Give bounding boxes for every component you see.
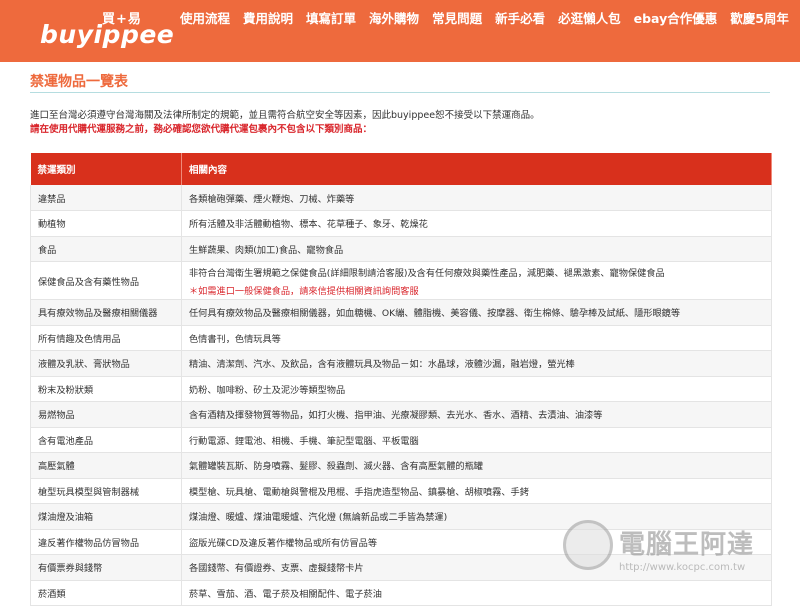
cell-category: 煤油燈及油箱 [30, 503, 182, 530]
cell-note: ＊如需進口一般保健食品，請來信提供相關資訊詢問客服 [189, 285, 419, 297]
nav-item-usage-flow[interactable]: 使用流程 [180, 8, 230, 27]
cell-category: 菸酒類 [30, 580, 182, 606]
cell-category: 違反著作權物品仿冒物品 [30, 529, 182, 555]
intro-text: 進口至台灣必須遵守台灣海關及法律所制定的規範，並且需符合航空安全等因素，因此bu… [30, 110, 540, 121]
cell-category: 易燃物品 [30, 401, 182, 428]
cell-content: 精油、清潔劑、汽水、及飲品，含有液體玩具及物品－如：水晶球，液體沙漏，融岩燈，螢… [181, 350, 772, 377]
cell-content: 非符合台灣衛生署規範之保健食品(詳細限制請洽客服)及含有任何療效與藥性產品，減肥… [181, 261, 772, 300]
table-row: 槍型玩具模型與管制器械 模型槍、玩具槍、電動槍與警棍及甩棍、手指虎造型物品、鎮暴… [30, 478, 772, 504]
table-row: 保健食品及含有藥性物品 非符合台灣衛生署規範之保健食品(詳細限制請洽客服)及含有… [30, 261, 772, 300]
table-row: 違禁品 各類槍砲彈藥、煙火鞭炮、刀械、炸藥等 [30, 185, 772, 211]
cell-category: 具有療效物品及醫療相關儀器 [30, 299, 182, 326]
mascot-face-icon [563, 520, 613, 570]
page-title: 禁運物品一覽表 [30, 74, 128, 90]
nav-item-overseas-shopping[interactable]: 海外購物 [369, 8, 419, 27]
watermark-title: 電腦王阿達 [619, 530, 755, 560]
table-row: 易燃物品 含有酒精及揮發物質等物品，如打火機、指甲油、光療凝膠類、去光水、香水、… [30, 401, 772, 428]
site-watermark: 電腦王阿達 http://www.kocpc.com.tw [563, 520, 783, 590]
site-header: 買+易 buyippee 使用流程 費用說明 填寫訂單 海外購物 常見問題 新手… [0, 0, 800, 62]
table-row: 含有電池產品 行動電源、鋰電池、相機、手機、筆記型電腦、平板電腦 [30, 427, 772, 453]
cell-content: 含有酒精及揮發物質等物品，如打火機、指甲油、光療凝膠類、去光水、香水、酒精、去漬… [181, 401, 772, 428]
nav-item-anniversary[interactable]: 歡慶5周年 [730, 8, 789, 27]
cell-content: 氣體罐裝瓦斯、防身噴霧、髮膠、殺蟲劑、滅火器、含有高壓氣體的瓶罐 [181, 452, 772, 479]
nav-item-guides[interactable]: 必逛懶人包 [558, 8, 621, 27]
cell-content: 各類槍砲彈藥、煙火鞭炮、刀械、炸藥等 [181, 185, 772, 211]
header-content: 相關內容 [181, 153, 772, 185]
cell-content-text: 非符合台灣衛生署規範之保健食品(詳細限制請洽客服)及含有任何療效與藥性產品，減肥… [189, 267, 665, 279]
cell-content: 任何具有療效物品及醫療相關儀器，如血糖機、OK繃、體脂機、美容儀、按摩器、衛生棉… [181, 299, 772, 326]
watermark-url: http://www.kocpc.com.tw [619, 562, 746, 573]
cell-category: 所有情趣及色情用品 [30, 325, 182, 351]
cell-category: 粉末及粉狀類 [30, 376, 182, 402]
table-row: 粉末及粉狀類 奶粉、咖啡粉、矽土及泥沙等類型物品 [30, 376, 772, 402]
cell-category: 動植物 [30, 210, 182, 237]
cell-category: 保健食品及含有藥性物品 [30, 261, 182, 300]
nav-item-order-form[interactable]: 填寫訂單 [306, 8, 356, 27]
table-row: 高壓氣體 氣體罐裝瓦斯、防身噴霧、髮膠、殺蟲劑、滅火器、含有高壓氣體的瓶罐 [30, 452, 772, 479]
cell-content: 行動電源、鋰電池、相機、手機、筆記型電腦、平板電腦 [181, 427, 772, 453]
cell-content: 生鮮蔬果、肉類(加工)食品、寵物食品 [181, 236, 772, 262]
cell-content: 奶粉、咖啡粉、矽土及泥沙等類型物品 [181, 376, 772, 402]
table-header-row: 禁運類別 相關內容 [30, 153, 772, 185]
cell-content: 色情書刊，色情玩具等 [181, 325, 772, 351]
cell-category: 違禁品 [30, 185, 182, 211]
main-nav: 使用流程 費用說明 填寫訂單 海外購物 常見問題 新手必看 必逛懶人包 ebay… [180, 8, 800, 27]
header-category: 禁運類別 [30, 153, 182, 185]
table-row: 所有情趣及色情用品 色情書刊，色情玩具等 [30, 325, 772, 351]
cell-category: 液體及乳狀、膏狀物品 [30, 350, 182, 377]
nav-item-beginners[interactable]: 新手必看 [495, 8, 545, 27]
logo-text: buyippee [40, 20, 175, 49]
buyippee-logo[interactable]: 買+易 buyippee [40, 8, 174, 52]
cell-content: 所有活體及非活體動植物、標本、花草種子、象牙、乾燥花 [181, 210, 772, 237]
cell-category: 有價票券與錢幣 [30, 554, 182, 581]
cell-category: 高壓氣體 [30, 452, 182, 479]
warning-text: 請在使用代購代運服務之前，務必確認您欲代購代運包裹內不包含以下類別商品： [30, 124, 373, 135]
table-row: 具有療效物品及醫療相關儀器 任何具有療效物品及醫療相關儀器，如血糖機、OK繃、體… [30, 299, 772, 326]
cell-category: 含有電池產品 [30, 427, 182, 453]
nav-item-faq[interactable]: 常見問題 [432, 8, 482, 27]
title-divider [30, 92, 770, 93]
table-row: 動植物 所有活體及非活體動植物、標本、花草種子、象牙、乾燥花 [30, 210, 772, 237]
nav-item-fees[interactable]: 費用說明 [243, 8, 293, 27]
cell-category: 食品 [30, 236, 182, 262]
cell-content: 模型槍、玩具槍、電動槍與警棍及甩棍、手指虎造型物品、鎮暴槍、胡椒噴霧、手銬 [181, 478, 772, 504]
cell-category: 槍型玩具模型與管制器械 [30, 478, 182, 504]
table-row: 食品 生鮮蔬果、肉類(加工)食品、寵物食品 [30, 236, 772, 262]
table-row: 液體及乳狀、膏狀物品 精油、清潔劑、汽水、及飲品，含有液體玩具及物品－如：水晶球… [30, 350, 772, 377]
nav-item-ebay-offers[interactable]: ebay合作優惠 [634, 8, 718, 27]
